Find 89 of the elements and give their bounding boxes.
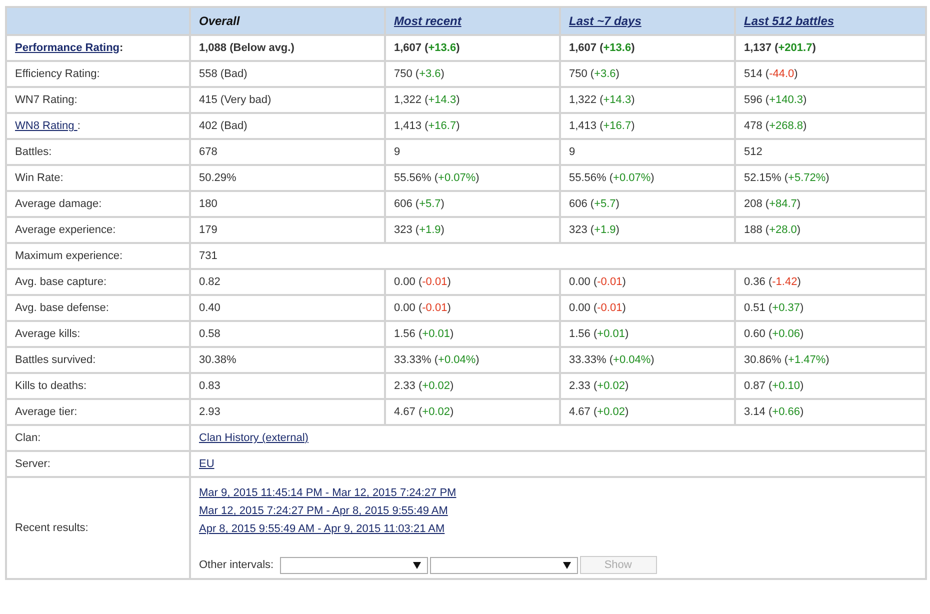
table-cell: 1,413 (+16.7) [385,113,560,139]
row-label: Average experience: [6,217,190,243]
table-cell: 2.33 (+0.02) [560,373,735,399]
table-cell: 0.58 [190,321,385,347]
intervals-label: Other intervals: [199,559,274,571]
table-cell: 323 (+1.9) [560,217,735,243]
table-cell: 52.15% (+5.72%) [735,165,926,191]
table-cell: 33.33% (+0.04%) [385,347,560,373]
table-cell: 1,088 (Below avg.) [190,35,385,61]
table-cell: 33.33% (+0.04%) [560,347,735,373]
table-cell: 606 (+5.7) [560,191,735,217]
table-cell: 478 (+268.8) [735,113,926,139]
row-label: Battles survived: [6,347,190,373]
table-cell: 180 [190,191,385,217]
row-label-link[interactable]: Performance Rating [15,42,120,54]
table-cell: 9 [560,139,735,165]
value-link[interactable]: Clan History (external) [199,432,308,444]
table-cell: 1.56 (+0.01) [385,321,560,347]
row-label-link[interactable]: WN8 Rating [15,120,78,132]
table-cell: 1,413 (+16.7) [560,113,735,139]
result-link[interactable]: Apr 8, 2015 9:55:49 AM - Apr 9, 2015 11:03:21 AM [199,520,445,538]
result-link[interactable]: Mar 9, 2015 11:45:14 PM - Mar 12, 2015 7:24:27 PM [199,484,456,502]
table-cell: 30.38% [190,347,385,373]
table-cell: 0.36 (-1.42) [735,269,926,295]
table-cell: 1,137 (+201.7) [735,35,926,61]
table-cell: 0.00 (-0.01) [385,295,560,321]
table-cell: 0.87 (+0.10) [735,373,926,399]
table-cell: 678 [190,139,385,165]
column-header-link[interactable]: Most recent [394,14,462,28]
table-cell: 50.29% [190,165,385,191]
row-label: Average tier: [6,399,190,425]
row-label: Average damage: [6,191,190,217]
table-cell: 4.67 (+0.02) [385,399,560,425]
table-cell: 0.82 [190,269,385,295]
table-cell: 2.33 (+0.02) [385,373,560,399]
table-cell: 1,322 (+14.3) [560,87,735,113]
table-cell: 0.60 (+0.06) [735,321,926,347]
table-cell: 1.56 (+0.01) [560,321,735,347]
row-label: Performance Rating: [15,42,124,54]
row-label: Kills to deaths: [6,373,190,399]
table-cell: 514 (-44.0) [735,61,926,87]
table-cell: 750 (+3.6) [385,61,560,87]
table-cell: 9 [385,139,560,165]
table-cell: 179 [190,217,385,243]
table-cell: 596 (+140.3) [735,87,926,113]
table-cell: 3.14 (+0.66) [735,399,926,425]
row-label: Clan: [6,425,190,451]
table-cell: 731 [190,243,926,269]
table-cell: 323 (+1.9) [385,217,560,243]
table-cell: 512 [735,139,926,165]
row-label: Avg. base capture: [6,269,190,295]
table-cell: 55.56% (+0.07%) [560,165,735,191]
row-label: WN8 Rating : [15,120,80,132]
row-label: Recent results: [6,477,190,579]
table-cell: 30.86% (+1.47%) [735,347,926,373]
result-link[interactable]: Mar 12, 2015 7:24:27 PM - Apr 8, 2015 9:55:49 AM [199,502,448,520]
table-cell: 1,607 (+13.6) [560,35,735,61]
table-cell: 2.93 [190,399,385,425]
table-cell: 558 (Bad) [190,61,385,87]
table-cell: 415 (Very bad) [190,87,385,113]
table-cell: 750 (+3.6) [560,61,735,87]
row-label: Battles: [6,139,190,165]
row-label: Maximum experience: [6,243,190,269]
table-cell: 208 (+84.7) [735,191,926,217]
table-cell: 55.56% (+0.07%) [385,165,560,191]
table-cell: 0.83 [190,373,385,399]
row-label: Average kills: [6,321,190,347]
row-label: Efficiency Rating: [6,61,190,87]
interval-dropdown[interactable] [280,556,428,574]
table-cell: 0.00 (-0.01) [560,295,735,321]
table-cell: 0.51 (+0.37) [735,295,926,321]
caret-icon [562,562,571,568]
table-cell: 402 (Bad) [190,113,385,139]
row-label: WN7 Rating: [6,87,190,113]
table-cell: 606 (+5.7) [385,191,560,217]
table-cell: 0.00 (-0.01) [385,269,560,295]
caret-icon [412,562,421,568]
table-cell: 188 (+28.0) [735,217,926,243]
table-cell: 1,322 (+14.3) [385,87,560,113]
table-cell: 4.67 (+0.02) [560,399,735,425]
table-cell: 1,607 (+13.6) [385,35,560,61]
row-label: Win Rate: [6,165,190,191]
column-header: Overall [190,7,385,35]
row-label: Avg. base defense: [6,295,190,321]
row-label: Server: [6,451,190,477]
table-cell: 0.40 [190,295,385,321]
interval-dropdown[interactable] [430,556,578,574]
value-link[interactable]: EU [199,458,214,470]
table-cell: 0.00 (-0.01) [560,269,735,295]
